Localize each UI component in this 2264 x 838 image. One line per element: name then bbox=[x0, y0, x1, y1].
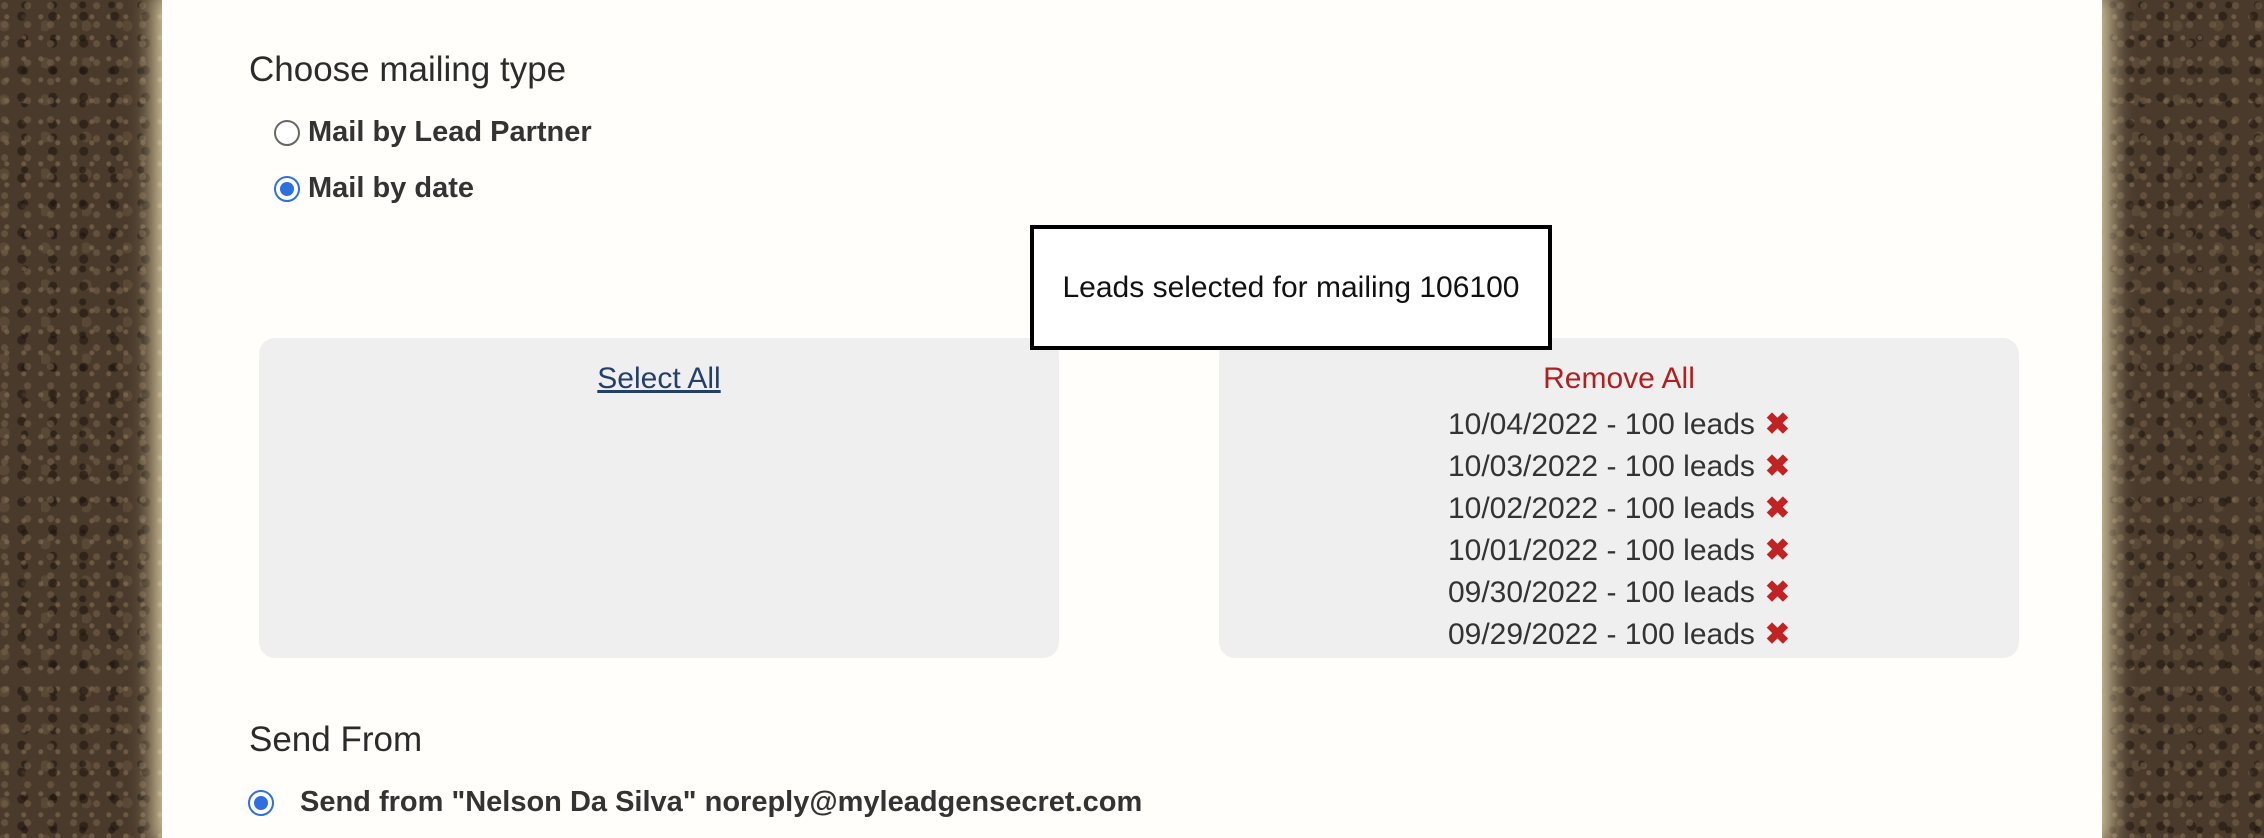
close-x-icon[interactable]: ✖ bbox=[1765, 620, 1790, 650]
selected-leads-list: 10/04/2022 - 100 leads ✖ 10/03/2022 - 10… bbox=[1219, 404, 2019, 656]
radio-button[interactable] bbox=[274, 119, 300, 146]
close-x-icon[interactable]: ✖ bbox=[1765, 452, 1790, 482]
lead-item-label: 10/03/2022 - 100 leads bbox=[1447, 450, 1755, 483]
radio-label: Mail by Lead Partner bbox=[308, 116, 592, 148]
list-item: 09/30/2022 - 100 leads ✖ bbox=[1448, 572, 1790, 614]
lead-item-label: 10/01/2022 - 100 leads bbox=[1447, 534, 1755, 567]
radio-option-mail-by-date[interactable]: Mail by date bbox=[274, 172, 474, 205]
available-leads-box: Select All bbox=[259, 338, 1059, 658]
list-item: 10/01/2022 - 100 leads ✖ bbox=[1448, 530, 1790, 572]
lead-item-label: 09/29/2022 - 100 leads bbox=[1447, 618, 1755, 651]
radio-button[interactable] bbox=[248, 789, 274, 816]
radio-option-send-from[interactable]: Send from "Nelson Da Silva" noreply@myle… bbox=[248, 786, 1142, 819]
radio-label: Send from "Nelson Da Silva" noreply@myle… bbox=[300, 786, 1143, 818]
lead-item-label: 10/02/2022 - 100 leads bbox=[1447, 492, 1755, 525]
list-item: 10/04/2022 - 100 leads ✖ bbox=[1448, 404, 1790, 446]
remove-all-link[interactable]: Remove All bbox=[1219, 362, 2019, 396]
list-item: 09/29/2022 - 100 leads ✖ bbox=[1448, 614, 1790, 656]
list-item: 10/03/2022 - 100 leads ✖ bbox=[1448, 446, 1790, 488]
close-x-icon[interactable]: ✖ bbox=[1765, 494, 1790, 524]
counter-text: Leads selected for mailing 106100 bbox=[1062, 270, 1520, 304]
list-item: 10/02/2022 - 100 leads ✖ bbox=[1448, 488, 1790, 530]
radio-button[interactable] bbox=[274, 175, 300, 202]
close-x-icon[interactable]: ✖ bbox=[1765, 410, 1790, 440]
close-x-icon[interactable]: ✖ bbox=[1765, 536, 1790, 566]
select-all-link[interactable]: Select All bbox=[259, 362, 1059, 396]
lead-item-label: 10/04/2022 - 100 leads bbox=[1447, 408, 1755, 441]
leads-selected-counter: Leads selected for mailing 106100 bbox=[1030, 225, 1552, 350]
radio-label: Mail by date bbox=[308, 172, 474, 204]
lead-item-label: 09/30/2022 - 100 leads bbox=[1447, 576, 1755, 609]
content-panel: Choose mailing type Mail by Lead Partner… bbox=[162, 0, 2102, 838]
mailing-type-title: Choose mailing type bbox=[249, 50, 567, 89]
close-x-icon[interactable]: ✖ bbox=[1765, 578, 1790, 608]
radio-option-mail-by-lead-partner[interactable]: Mail by Lead Partner bbox=[274, 116, 592, 149]
send-from-title: Send From bbox=[249, 720, 423, 759]
selected-leads-box: Remove All 10/04/2022 - 100 leads ✖ 10/0… bbox=[1219, 338, 2019, 658]
